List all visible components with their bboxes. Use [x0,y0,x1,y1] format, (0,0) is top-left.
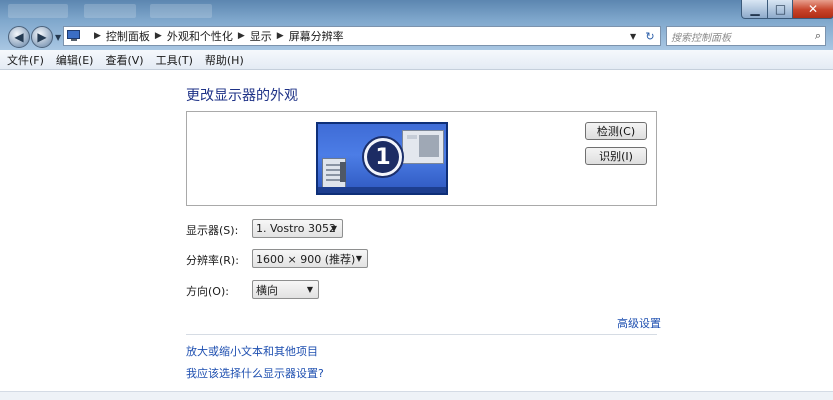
search-placeholder: 搜索控制面板 [671,32,731,44]
search-input[interactable]: 搜索控制面板 ⌕ [666,26,826,46]
breadcrumb-screen-resolution[interactable]: 屏幕分辨率 [289,28,344,44]
chevron-down-icon: ▼ [55,33,62,42]
maximize-icon: □ [774,2,787,16]
display-label: 显示器(S): [186,224,239,237]
window-frame: ▁ □ ✕ ◀ ▶ ▼ ▶ 控制面板 ▶ 外观和个性化 ▶ 显示 ▶ 屏幕分辨率… [0,0,833,50]
mini-tower-graphic [340,162,346,182]
enlarge-text-link[interactable]: 放大或缩小文本和其他项目 [186,343,318,359]
bottom-panel-edge [0,391,833,400]
page-title: 更改显示器的外观 [186,88,298,104]
orientation-select[interactable]: 横向 ▼ [252,280,319,299]
minimize-button[interactable]: ▁ [741,0,769,19]
back-arrow-icon: ◀ [14,30,24,44]
mini-window-graphic [402,130,444,164]
resolution-label: 分辨率(R): [186,254,239,267]
search-icon[interactable]: ⌕ [815,29,821,43]
address-bar[interactable]: ▶ 控制面板 ▶ 外观和个性化 ▶ 显示 ▶ 屏幕分辨率 [63,26,661,46]
ghost-title-3 [150,4,212,18]
display-select[interactable]: 1. Vostro 3052 ▼ [252,219,343,238]
chevron-down-icon: ▼ [306,285,313,294]
monitor-1-thumbnail[interactable]: 1 [316,122,448,195]
display-preview-panel: 1 检测(C) 识别(I) [186,111,657,206]
address-dropdown[interactable]: ▼ [630,32,636,41]
breadcrumb-separator-icon[interactable]: ▶ [277,31,284,41]
recent-pages-dropdown[interactable]: ▼ [55,33,63,42]
breadcrumb-appearance[interactable]: 外观和个性化 [167,28,233,44]
identify-button[interactable]: 识别(I) [585,147,647,165]
menu-edit[interactable]: 编辑(E) [51,52,99,68]
mini-taskbar [318,187,446,193]
ghost-title-2 [84,4,136,18]
close-button[interactable]: ✕ [792,0,833,19]
breadcrumb-separator-icon[interactable]: ▶ [238,31,245,41]
resolution-value: 1600 × 900 (推荐) [256,252,356,266]
monitor-number-badge: 1 [362,136,404,178]
chevron-down-icon: ▼ [330,224,337,233]
control-panel-icon [67,30,83,42]
forward-arrow-icon: ▶ [37,30,47,44]
minimize-icon: ▁ [750,2,760,16]
menu-bar: 文件(F) 编辑(E) 查看(V) 工具(T) 帮助(H) [0,50,833,70]
background-window-titles [0,0,240,22]
breadcrumb-control-panel[interactable]: 控制面板 [106,28,150,44]
divider [186,334,657,335]
chevron-down-icon: ▼ [355,254,362,263]
monitor-number: 1 [367,141,399,173]
maximize-button[interactable]: □ [767,0,794,19]
resolution-select[interactable]: 1600 × 900 (推荐) ▼ [252,249,368,268]
menu-tools[interactable]: 工具(T) [151,52,198,68]
forward-button[interactable]: ▶ [31,26,53,48]
close-icon: ✕ [807,2,819,16]
advanced-settings-link[interactable]: 高级设置 [617,315,661,331]
chevron-down-icon: ▼ [630,32,637,41]
orientation-label: 方向(O): [186,285,229,298]
menu-view[interactable]: 查看(V) [100,52,148,68]
display-value: 1. Vostro 3052 [256,222,336,235]
breadcrumb-display[interactable]: 显示 [250,28,272,44]
refresh-icon: ↻ [645,29,655,43]
menu-help[interactable]: 帮助(H) [200,52,249,68]
orientation-value: 横向 [256,283,278,297]
breadcrumb-separator-icon[interactable]: ▶ [155,31,162,41]
which-settings-link[interactable]: 我应该选择什么显示器设置? [186,365,324,381]
breadcrumb-separator-icon: ▶ [94,31,101,41]
ghost-title-1 [8,4,68,18]
refresh-button[interactable]: ↻ [640,27,660,45]
detect-button[interactable]: 检测(C) [585,122,647,140]
back-button[interactable]: ◀ [8,26,30,48]
menu-file[interactable]: 文件(F) [2,52,49,68]
